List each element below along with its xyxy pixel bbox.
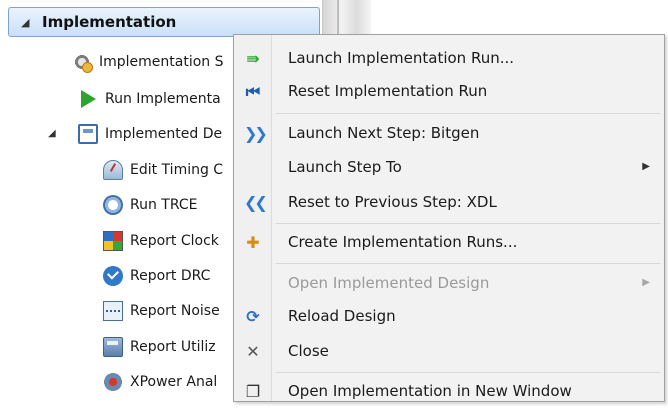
- menu-item-label: Close: [288, 342, 329, 360]
- create-runs-icon: ✚: [246, 233, 260, 252]
- tree-item-edit-timing[interactable]: Edit Timing C: [103, 155, 223, 185]
- submenu-arrow-icon: ▶: [642, 277, 650, 288]
- menu-item-launch-next-step[interactable]: ❯❯ Launch Next Step: Bitgen: [234, 116, 664, 152]
- expand-triangle-icon[interactable]: ◢: [48, 128, 56, 139]
- tree-item-report-drc[interactable]: Report DRC: [103, 261, 210, 291]
- collapse-triangle-icon[interactable]: ◢: [21, 16, 29, 29]
- next-step-icon: ❯❯: [244, 124, 268, 143]
- menu-separator: [276, 223, 660, 224]
- menu-item-reset-implementation-run[interactable]: ⏮ Reset Implementation Run: [234, 74, 664, 110]
- section-title: Implementation: [42, 13, 177, 31]
- xpower-icon: [103, 372, 123, 392]
- tree-item-label: Implemented De: [105, 126, 223, 142]
- panel-splitter[interactable]: [322, 0, 371, 34]
- implementation-settings-icon: [72, 52, 93, 73]
- menu-item-reload-design[interactable]: ⟳ Reload Design: [234, 299, 664, 335]
- menu-item-label: Reset Implementation Run: [288, 82, 488, 100]
- reload-icon: ⟳: [246, 307, 260, 326]
- implemented-design-icon: [78, 124, 98, 144]
- tree-item-label: Edit Timing C: [130, 162, 224, 178]
- menu-item-label: Open Implemented Design: [288, 274, 490, 292]
- menu-item-label: Launch Implementation Run...: [288, 49, 515, 67]
- edit-timing-icon: [103, 160, 123, 180]
- menu-separator: [276, 263, 660, 264]
- tree-item-implementation-settings[interactable]: Implementation S: [72, 47, 224, 77]
- menu-item-label: Launch Next Step: Bitgen: [288, 124, 480, 142]
- menu-item-label: Launch Step To: [288, 158, 402, 176]
- menu-item-open-in-new-window[interactable]: ❐ Open Implementation in New Window: [234, 374, 664, 410]
- reset-icon: ⏮: [245, 82, 261, 101]
- calculator-icon: [103, 337, 123, 357]
- menu-item-label: Reload Design: [288, 307, 396, 325]
- tree-item-label: Report Clock: [130, 233, 219, 249]
- menu-item-reset-previous-step[interactable]: ❮❮ Reset to Previous Step: XDL: [234, 185, 664, 221]
- tree-item-label: Implementation S: [99, 54, 224, 70]
- context-menu: ⇛ Launch Implementation Run... ⏮ Reset I…: [233, 34, 665, 402]
- menu-separator: [276, 113, 660, 114]
- stopwatch-icon: [103, 195, 123, 215]
- report-noise-icon: [103, 301, 123, 321]
- submenu-arrow-icon: ▶: [642, 161, 650, 172]
- implementation-section-header[interactable]: ◢ Implementation: [8, 7, 320, 37]
- new-window-icon: ❐: [245, 382, 261, 401]
- tree-item-implemented-design[interactable]: Implemented De: [78, 119, 222, 149]
- menu-item-label: Create Implementation Runs...: [288, 233, 518, 251]
- tree-item-report-utilization[interactable]: Report Utiliz: [103, 332, 216, 362]
- menu-item-label: Open Implementation in New Window: [288, 382, 572, 400]
- tree-item-run-trce[interactable]: Run TRCE: [103, 190, 198, 220]
- menu-item-launch-implementation-run[interactable]: ⇛ Launch Implementation Run...: [234, 41, 664, 77]
- previous-step-icon: ❮❮: [244, 193, 268, 212]
- menu-item-label: Reset to Previous Step: XDL: [288, 193, 497, 211]
- launch-icon: ⇛: [246, 49, 260, 68]
- tree-item-report-clock[interactable]: Report Clock: [103, 226, 219, 256]
- checkmark-icon: [103, 266, 123, 286]
- close-icon: ✕: [246, 342, 260, 361]
- tree-item-label: XPower Anal: [130, 374, 218, 390]
- tree-item-label: Run TRCE: [130, 197, 198, 213]
- menu-item-close[interactable]: ✕ Close: [234, 334, 664, 370]
- tree-item-run-implementation[interactable]: Run Implementa: [78, 84, 221, 114]
- menu-separator: [276, 372, 660, 373]
- tree-item-label: Run Implementa: [105, 91, 221, 107]
- menu-item-create-implementation-runs[interactable]: ✚ Create Implementation Runs...: [234, 225, 664, 261]
- menu-item-launch-step-to[interactable]: Launch Step To ▶: [234, 150, 664, 186]
- report-clock-icon: [103, 231, 123, 251]
- menu-item-open-implemented-design[interactable]: Open Implemented Design ▶: [234, 266, 664, 302]
- tree-item-label: Report Utiliz: [130, 339, 216, 355]
- tree-item-label: Report DRC: [130, 268, 211, 284]
- run-icon: [81, 90, 96, 108]
- tree-item-report-noise[interactable]: Report Noise: [103, 296, 220, 326]
- tree-item-xpower[interactable]: XPower Anal: [103, 367, 217, 397]
- tree-item-label: Report Noise: [130, 303, 220, 319]
